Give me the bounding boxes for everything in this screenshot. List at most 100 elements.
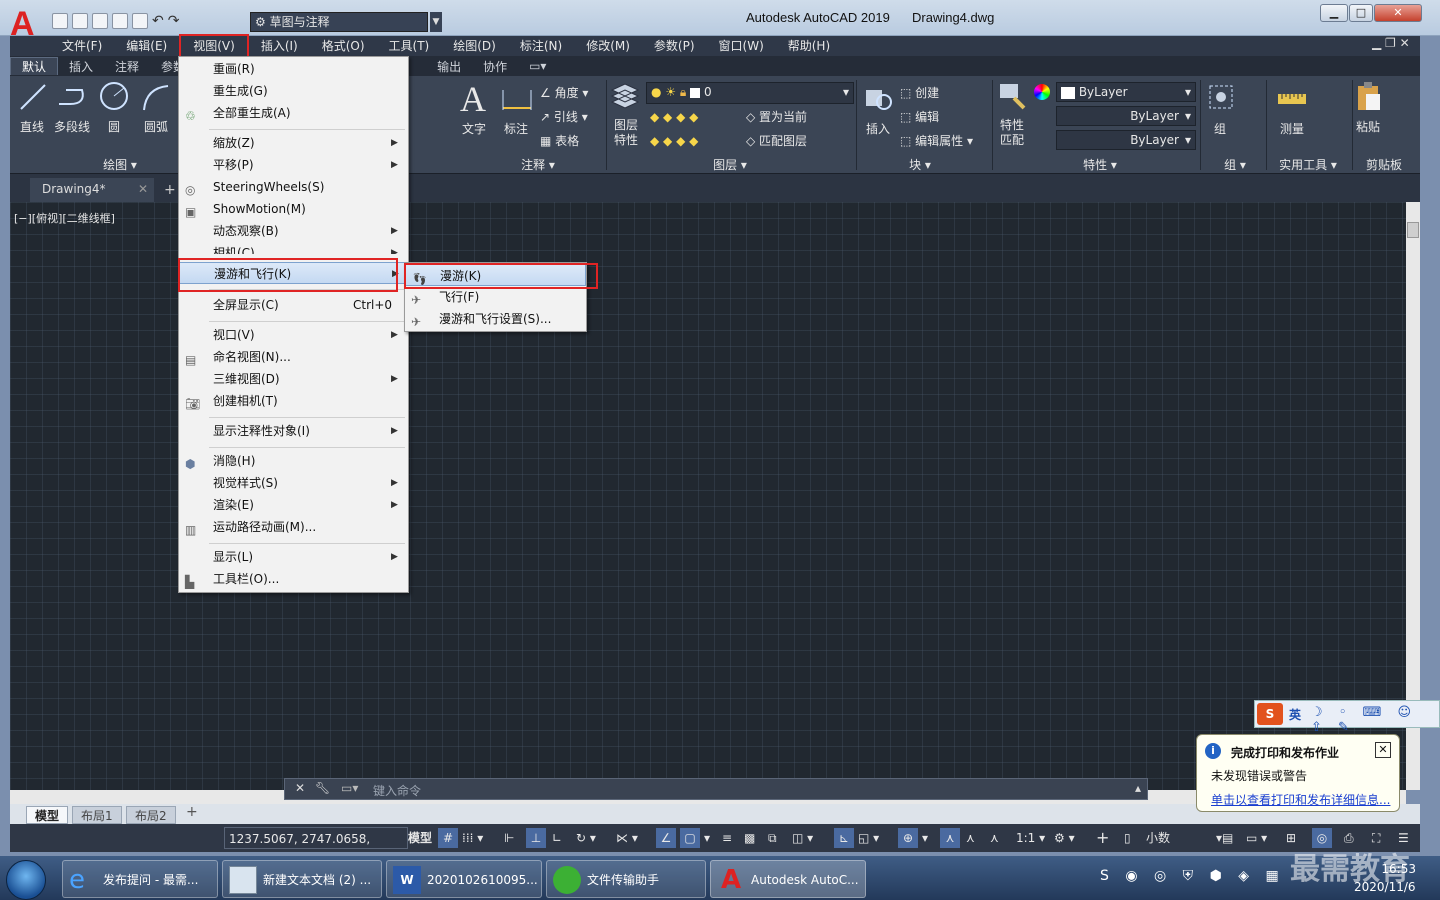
color-dropdown[interactable]: ByLayer ▾ [1056,82,1196,102]
group-icon[interactable] [1206,82,1236,112]
menu-view[interactable]: 视图(V) [179,34,249,58]
menu-item-fly[interactable]: ✈ 飞行(F) [405,286,586,308]
auto-scale-icon[interactable]: ⋏ [966,828,975,848]
dimension-label[interactable]: 标注 [504,120,528,137]
menu-item-camera[interactable]: 相机(C) ▶ [179,242,408,254]
gear-icon[interactable]: ⚙ ▾ [1054,828,1075,848]
layer-tools-row2[interactable]: ◆ ◆ ◆ ◆ [650,134,698,148]
groups-panel-label[interactable]: 组 ▾ [1210,156,1260,172]
start-button[interactable] [6,860,46,900]
print-icon[interactable] [132,13,148,29]
ortho-icon[interactable]: ∟ [552,828,562,848]
menu-item-viewports[interactable]: 视口(V) ▶ [179,324,408,346]
dimension-icon[interactable] [500,84,534,112]
clipboard-panel-label[interactable]: 剪贴板 [1354,156,1414,172]
match-properties-icon[interactable] [996,80,1028,112]
measure-label[interactable]: 测量 [1280,120,1304,137]
draw-panel-label[interactable]: 绘图 ▾ [70,156,170,172]
selection-filter-icon[interactable]: ◱ ▾ [858,828,879,848]
grid-icon[interactable]: # [438,828,458,848]
selection-cycling-icon[interactable]: ⧉ [768,828,777,848]
layer-tools-row1[interactable]: ◆ ◆ ◆ ◆ [650,110,698,124]
ribbon-options-icon[interactable]: ▭▾ [518,59,557,73]
menu-item-orbit[interactable]: 动态观察(B) ▶ [179,220,408,242]
tab-layout1[interactable]: 布局1 [72,806,122,824]
edit-attributes-button[interactable]: ⬚ 编辑属性 ▾ [900,132,973,149]
redo-icon[interactable]: ↷ [168,13,180,29]
document-window-controls[interactable]: ▁ ❐ ✕ [1372,36,1410,50]
menu-dimension[interactable]: 标注(N) [508,36,574,56]
menu-draw[interactable]: 绘图(D) [441,36,508,56]
lineweight-dropdown[interactable]: ByLayer ▾ [1056,130,1196,150]
units-dropdown[interactable]: 小数 ▾ [1146,828,1226,848]
maximize-button[interactable]: □ [1349,4,1373,22]
arc-label[interactable]: 圆弧 [144,118,168,135]
menu-item-hide[interactable]: ⬢ 消隐(H) [179,450,408,472]
insert-block-icon[interactable] [862,82,892,112]
utilities-panel-label[interactable]: 实用工具 ▾ [1268,156,1348,172]
match-layer-button[interactable]: ◇ 匹配图层 [746,132,807,149]
menu-item-render[interactable]: 渲染(E) ▶ [179,494,408,516]
3d-osnap-icon[interactable]: ◫ ▾ [792,828,813,848]
tab-output[interactable]: 输出 [426,58,472,75]
leader-tool[interactable]: ↗ 引线 ▾ [540,108,588,125]
menu-item-create-camera[interactable]: 📷︎ 创建相机(T) [179,390,408,412]
menu-format[interactable]: 格式(O) [310,36,377,56]
object-snap-icon[interactable]: ▢ [680,828,700,848]
undo-icon[interactable]: ↶ [152,13,164,29]
edit-block-button[interactable]: ⬚ 编辑 [900,108,939,125]
save-icon[interactable] [92,13,108,29]
close-button[interactable]: ✕ [1374,4,1422,22]
properties-panel-label[interactable]: 特性 ▾ [1060,156,1140,172]
layer-properties-icon[interactable] [608,80,642,112]
transparency-icon[interactable]: ▩ [744,828,755,848]
document-tab[interactable]: Drawing4* ✕ [30,178,154,202]
taskbar-item-ie[interactable]: e 发布提问 - 最需... [62,860,218,898]
menu-edit[interactable]: 编辑(E) [114,36,179,56]
open-icon[interactable] [72,13,88,29]
menu-item-motion-path[interactable]: ▥ 运动路径动画(M)... [179,516,408,538]
table-tool[interactable]: ▦ 表格 [540,132,579,149]
new-icon[interactable] [52,13,68,29]
coordinates-readout[interactable]: 1237.5067, 2747.0658, 0.0000 [224,827,408,868]
angle-tool[interactable]: ∠ 角度 ▾ [540,84,588,101]
model-space-button[interactable]: 模型 [408,828,432,848]
menu-item-zoom[interactable]: 缩放(Z) ▶ [179,132,408,154]
annotation-scale-icon[interactable]: ⋏ [990,828,999,848]
chevron-up-icon[interactable]: ▴ [1135,781,1141,795]
group-label[interactable]: 组 [1214,120,1226,137]
menu-item-fullscreen[interactable]: 全屏显示(C) Ctrl+0 [179,294,408,316]
units-icon[interactable]: ▯ [1124,828,1131,848]
save-as-icon[interactable] [112,13,128,29]
line-label[interactable]: 直线 [20,118,44,135]
system-tray-icons[interactable]: S ◉ ◎ ⛨ ⬢ ◈ ▦ [1100,868,1285,884]
menu-window[interactable]: 窗口(W) [707,36,776,56]
menu-item-redraw[interactable]: 重画(R) [179,58,408,80]
minimize-button[interactable]: ▁ [1320,4,1348,22]
close-icon[interactable]: ✕ [295,781,305,795]
menu-item-regen-all[interactable]: ♲ 全部重生成(A) [179,102,408,124]
create-block-button[interactable]: ⬚ 创建 [900,84,939,101]
menu-item-annotation-objects[interactable]: 显示注释性对象(I) ▶ [179,420,408,442]
notification-link[interactable]: 单击以查看打印和发布详细信息... [1211,791,1390,808]
arc-icon[interactable] [140,82,172,112]
chevron-down-icon[interactable]: ▾ [922,828,928,848]
command-line[interactable]: ✕ 🔧︎ ▭▾ 键入命令 ▴ [284,778,1148,800]
taskbar-item-word[interactable]: W 2020102610095... [386,860,542,898]
viewport-controls[interactable]: [−][俯视][二维线框] [14,210,115,226]
add-layout-button[interactable]: + [186,804,198,820]
insert-label[interactable]: 插入 [866,120,890,137]
circle-label[interactable]: 圆 [108,118,120,135]
menu-item-walk-fly-settings[interactable]: ✈ 漫游和飞行设置(S)... [405,308,586,330]
tab-insert[interactable]: 插入 [58,58,104,75]
wrench-icon[interactable]: 🔧︎ [315,781,330,795]
ime-toolbar[interactable]: S 英 ☽ ◦ ⌨ ☺ ⇧ ✎ [1254,700,1440,735]
menu-item-3d-views[interactable]: 三维视图(D) ▶ [179,368,408,390]
menu-tools[interactable]: 工具(T) [377,36,442,56]
paste-icon[interactable] [1354,80,1384,112]
match-properties-label[interactable]: 特性 匹配 [1000,118,1024,148]
workspace-select[interactable]: ⚙ 草图与注释 [250,12,428,32]
measure-icon[interactable] [1276,84,1308,112]
taskbar-item-notepad[interactable]: 新建文本文档 (2) ... [222,860,382,898]
polyline-icon[interactable] [56,82,90,112]
